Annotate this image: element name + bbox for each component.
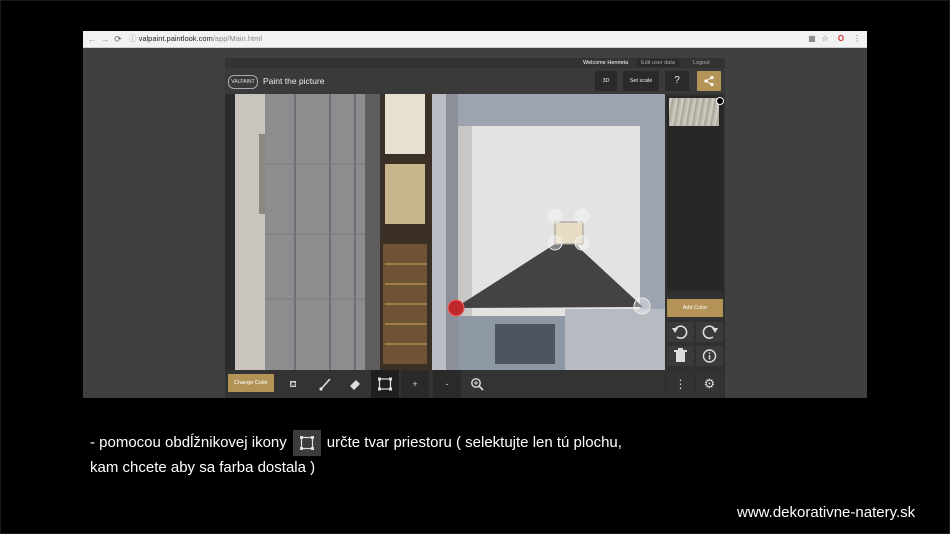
info-button[interactable] — [696, 346, 723, 366]
color-list — [667, 96, 724, 291]
address-bar[interactable]: ⓘ valpaint.paintlook.com/app/Main.html — [129, 34, 262, 44]
tool-bar: Change Color ⛾ + - — [225, 370, 665, 398]
bucket-tool-button[interactable]: ⛾ — [279, 370, 307, 398]
more-button[interactable]: ⋮ — [667, 370, 694, 398]
zoom-icon — [471, 378, 484, 391]
handle-top-right — [574, 208, 590, 224]
app-container: Welcome Henrieta Edit user data Logout V… — [225, 58, 725, 398]
handle-mid-left — [547, 235, 563, 251]
page-title: Paint the picture — [263, 76, 325, 86]
brush-icon — [319, 378, 331, 391]
footer-url: www.dekorativne-natery.sk — [737, 504, 916, 521]
star-icon[interactable]: ☆ — [820, 34, 830, 44]
brush-tool-button[interactable] — [311, 370, 339, 398]
caption-part1: - pomocou obdĺžnikovej ikony — [90, 434, 287, 451]
redo-button[interactable] — [696, 322, 723, 342]
more-vertical-icon: ⋮ — [674, 377, 687, 391]
edit-user-link[interactable]: Edit user data — [637, 59, 679, 67]
url-path: /app/Main.html — [212, 34, 263, 43]
url-host: valpaint.paintlook.com — [138, 34, 213, 43]
zoom-button[interactable] — [463, 370, 491, 398]
instruction-caption: - pomocou obdĺžnikovej ikony určte tvar … — [90, 430, 810, 480]
zoom-plus-button[interactable]: + — [401, 370, 429, 398]
handle-mid-right — [574, 235, 590, 251]
translate-icon[interactable]: ▦ — [807, 34, 817, 44]
welcome-text: Welcome Henrieta — [583, 60, 629, 66]
handle-bottom-left — [447, 299, 465, 317]
handle-bottom-right — [633, 297, 651, 315]
caption-part2: určte tvar priestoru ( selektujte len tú… — [326, 434, 622, 451]
logout-link[interactable]: Logout — [689, 59, 714, 67]
browser-toolbar: ← → ⟳ ⓘ valpaint.paintlook.com/app/Main.… — [83, 31, 867, 48]
rectangle-tool-icon — [292, 430, 321, 456]
zoom-minus-button[interactable]: - — [433, 370, 461, 398]
undo-icon — [672, 325, 688, 339]
gear-icon: ⚙ — [703, 376, 716, 391]
share-button[interactable] — [697, 71, 721, 91]
rectangle-tool-button[interactable] — [371, 370, 399, 398]
building-photo — [235, 94, 665, 370]
3d-button[interactable]: 3D — [595, 71, 617, 91]
app-header: VALPAINT Paint the picture 3D Set scale … — [225, 68, 725, 94]
help-button[interactable]: ? — [665, 71, 689, 91]
settings-button[interactable]: ⚙ — [696, 370, 723, 398]
set-scale-button[interactable]: Set scale — [623, 71, 659, 91]
browser-window: ← → ⟳ ⓘ valpaint.paintlook.com/app/Main.… — [83, 31, 867, 398]
photo-canvas[interactable] — [235, 94, 665, 370]
add-color-button[interactable]: Add Color — [667, 299, 723, 317]
eraser-icon — [350, 380, 360, 390]
caption-line2: kam chcete aby sa farba dostala ) — [90, 459, 316, 476]
change-color-button[interactable]: Change Color — [228, 374, 274, 392]
back-icon[interactable]: ← — [87, 33, 97, 45]
texture-swatch[interactable] — [669, 98, 719, 126]
undo-button[interactable] — [667, 322, 694, 342]
paint-bucket-icon: ⛾ — [289, 379, 297, 389]
opera-icon[interactable]: O — [836, 34, 846, 44]
eraser-tool-button[interactable] — [341, 370, 369, 398]
app-logo: VALPAINT — [228, 75, 258, 89]
swatch-selected-dot — [716, 97, 724, 105]
share-icon — [704, 75, 714, 87]
delete-button[interactable] — [667, 346, 694, 366]
user-bar: Welcome Henrieta Edit user data Logout — [225, 58, 725, 68]
rectangle-select-icon — [378, 377, 392, 391]
reload-icon[interactable]: ⟳ — [113, 33, 123, 45]
forward-icon[interactable]: → — [100, 33, 110, 45]
menu-icon[interactable]: ⋮ — [852, 34, 862, 44]
redo-icon — [702, 325, 718, 339]
color-sidebar: Add Color ⋮ ⚙ — [665, 94, 725, 398]
handle-top-left — [547, 208, 563, 224]
info-icon — [702, 349, 717, 363]
trash-icon — [674, 348, 687, 362]
